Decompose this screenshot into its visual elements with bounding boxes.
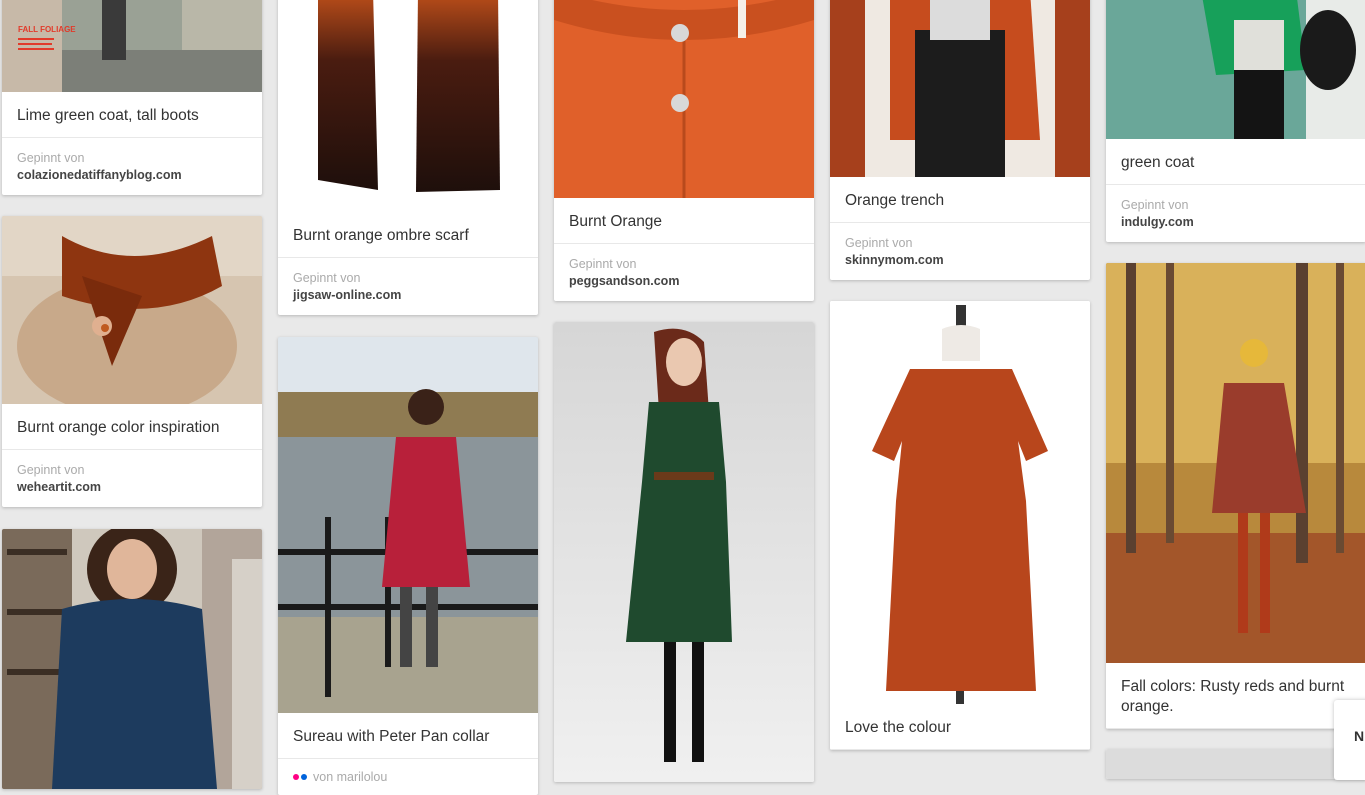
source-domain[interactable]: indulgy.com <box>1121 214 1351 231</box>
pin-image[interactable] <box>2 216 262 404</box>
pin-image[interactable] <box>278 337 538 713</box>
source-label: Gepinnt von <box>293 271 361 285</box>
pin-source[interactable]: Gepinnt von colazionedatiffanyblog.com <box>2 138 262 195</box>
pin-source[interactable]: Gepinnt von jigsaw-online.com <box>278 258 538 315</box>
pin-image[interactable]: FALL FOLIAGE <box>2 0 262 92</box>
pin-card-navy-dress[interactable] <box>2 529 262 789</box>
pin-card-fall-colors[interactable]: Fall colors: Rusty reds and burnt orange… <box>1106 263 1365 729</box>
pin-card-green-dress[interactable] <box>554 322 814 782</box>
pin-card-burnt-orange[interactable]: Burnt Orange Gepinnt von peggsandson.com <box>554 0 814 301</box>
pin-card-burnt-orange-color[interactable]: Burnt orange color inspiration Gepinnt v… <box>2 216 262 507</box>
pin-description[interactable]: Orange trench <box>830 177 1090 223</box>
flickr-icon <box>293 774 307 780</box>
pin-image[interactable] <box>554 0 814 198</box>
pin-description[interactable]: Burnt orange color inspiration <box>2 404 262 450</box>
source-domain[interactable]: jigsaw-online.com <box>293 287 523 304</box>
pin-image[interactable] <box>278 0 538 212</box>
pin-image[interactable] <box>1106 0 1365 139</box>
pin-via[interactable]: von marilolou <box>278 759 538 795</box>
pin-card-lime-green-coat[interactable]: FALL FOLIAGE Lime green coat, tall boots… <box>2 0 262 195</box>
pin-description[interactable]: Love the colour <box>830 704 1090 750</box>
source-domain[interactable]: peggsandson.com <box>569 273 799 290</box>
help-box[interactable]: N o <box>1334 700 1365 780</box>
via-label: von marilolou <box>313 770 388 784</box>
pin-description[interactable]: Sureau with Peter Pan collar <box>278 713 538 759</box>
pin-card-love-colour[interactable]: Love the colour <box>830 301 1090 750</box>
source-label: Gepinnt von <box>17 151 85 165</box>
pin-card-green-coat[interactable]: green coat Gepinnt von indulgy.com <box>1106 0 1365 242</box>
source-label: Gepinnt von <box>845 236 913 250</box>
source-domain[interactable]: skinnymom.com <box>845 252 1075 269</box>
source-domain[interactable]: weheartit.com <box>17 479 247 496</box>
pin-description[interactable]: Burnt Orange <box>554 198 814 244</box>
pin-description[interactable]: Fall colors: Rusty reds and burnt orange… <box>1106 663 1365 729</box>
source-domain[interactable]: colazionedatiffanyblog.com <box>17 167 247 184</box>
image-caption: FALL FOLIAGE <box>18 25 76 34</box>
pin-image[interactable] <box>1106 263 1365 663</box>
pin-image[interactable] <box>830 0 1090 177</box>
pin-description[interactable]: green coat <box>1106 139 1365 185</box>
pin-description[interactable]: Burnt orange ombre scarf <box>278 212 538 258</box>
source-label: Gepinnt von <box>17 463 85 477</box>
pin-source[interactable]: Gepinnt von skinnymom.com <box>830 223 1090 280</box>
pin-image[interactable] <box>554 322 814 782</box>
pin-card-partial[interactable] <box>1106 749 1365 779</box>
source-label: Gepinnt von <box>1121 198 1189 212</box>
pin-image[interactable] <box>2 529 262 789</box>
pin-image[interactable] <box>830 301 1090 704</box>
pin-source[interactable]: Gepinnt von indulgy.com <box>1106 185 1365 242</box>
pin-image[interactable] <box>1106 749 1365 779</box>
pin-card-orange-trench[interactable]: Orange trench Gepinnt von skinnymom.com <box>830 0 1090 280</box>
pin-card-ombre-scarf[interactable]: Burnt orange ombre scarf Gepinnt von jig… <box>278 0 538 315</box>
pin-source[interactable]: Gepinnt von weheartit.com <box>2 450 262 507</box>
pin-card-peter-pan[interactable]: Sureau with Peter Pan collar von marilol… <box>278 337 538 795</box>
pin-source[interactable]: Gepinnt von peggsandson.com <box>554 244 814 301</box>
source-label: Gepinnt von <box>569 257 637 271</box>
pin-description[interactable]: Lime green coat, tall boots <box>2 92 262 138</box>
